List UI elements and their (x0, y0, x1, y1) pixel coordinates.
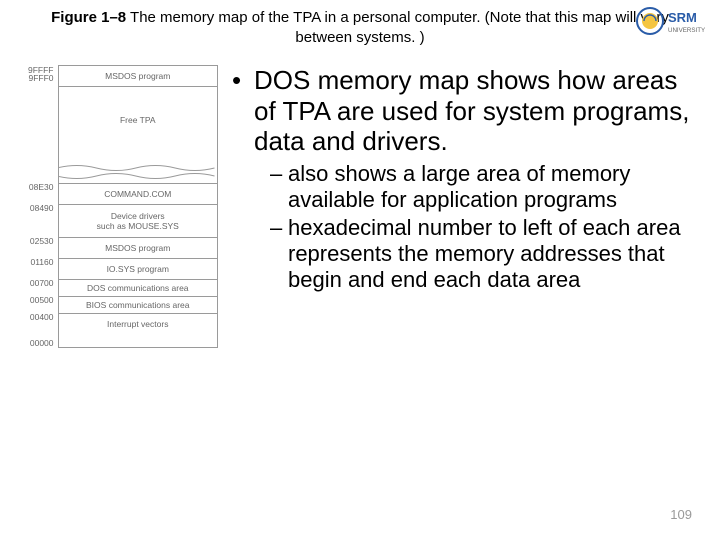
main-bullet: DOS memory map shows how areas of TPA ar… (232, 65, 702, 293)
svg-text:SRM: SRM (668, 10, 697, 25)
page-number: 109 (670, 507, 692, 522)
mm-region-command-com: COMMAND.COM (58, 183, 218, 204)
mm-region-dos-comm: DOS communications area (58, 279, 218, 296)
university-logo: SRM UNIVERSITY (632, 4, 710, 54)
figure-title-line2: between systems. ) (295, 29, 424, 46)
addr-label: 9FFFF 9FFF0 (16, 66, 58, 87)
slide: SRM UNIVERSITY Figure 1–8 The memory map… (0, 0, 720, 540)
addr-label: 02530 (16, 237, 58, 258)
mm-region-bios-comm: BIOS communications area (58, 296, 218, 313)
addr-label: 08E30 (16, 183, 58, 204)
figure-title-line1: The memory map of the TPA in a personal … (126, 9, 669, 26)
text-column: DOS memory map shows how areas of TPA ar… (232, 65, 706, 348)
figure-number: Figure 1–8 (51, 9, 126, 26)
sub-bullet-list: also shows a large area of memory availa… (254, 161, 702, 293)
main-bullet-text: DOS memory map shows how areas of TPA ar… (254, 65, 689, 156)
main-bullet-list: DOS memory map shows how areas of TPA ar… (232, 65, 702, 293)
mm-region-free-tpa: Free TPA (58, 87, 218, 159)
logo-sub: UNIVERSITY (668, 27, 705, 34)
mm-region-io-sys: IO.SYS program (58, 258, 218, 279)
addr-label: 00400 00000 (16, 313, 58, 347)
addr-label: 00700 (16, 279, 58, 296)
addr-label: 01160 (16, 258, 58, 279)
sub-bullet: hexadecimal number to left of each area … (270, 215, 702, 293)
memory-break-icon (58, 159, 218, 183)
mm-region-device-drivers: Device drivers such as MOUSE.SYS (58, 204, 218, 237)
srm-logo-icon: SRM UNIVERSITY (632, 4, 710, 40)
figure-caption: Figure 1–8 The memory map of the TPA in … (14, 8, 706, 47)
addr-label: 08490 (16, 204, 58, 237)
memory-map-diagram: 9FFFF 9FFF0 MSDOS program Free TPA (14, 65, 218, 348)
memory-map-table: 9FFFF 9FFF0 MSDOS program Free TPA (16, 65, 218, 348)
mm-region-msdos-top: MSDOS program (58, 66, 218, 87)
addr-label: 00500 (16, 296, 58, 313)
content-row: 9FFFF 9FFF0 MSDOS program Free TPA (14, 65, 706, 348)
sub-bullet: also shows a large area of memory availa… (270, 161, 702, 213)
mm-region-msdos: MSDOS program (58, 237, 218, 258)
mm-region-interrupt-vectors: Interrupt vectors (58, 313, 218, 347)
